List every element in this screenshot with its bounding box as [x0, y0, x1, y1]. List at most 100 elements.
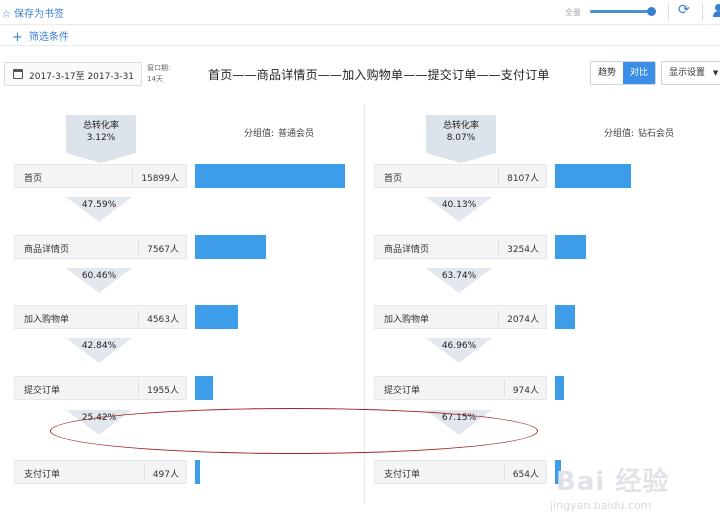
watermark-brand: Bai 经验 — [556, 467, 670, 497]
conversion-pointer — [426, 153, 496, 163]
funnel-step-count: 15899人 — [132, 168, 179, 184]
funnel-step-bar — [195, 164, 345, 188]
total-conversion-label: 总转化率 — [442, 121, 479, 131]
save-bookmark-label: 保存为书签 — [13, 9, 64, 20]
top-toolbar: ☆ 保存为书签 全量 ⟳ — [0, 0, 720, 24]
funnel-step[interactable]: 支付订单 497人 — [14, 460, 187, 484]
step-conversion-rate: 60.46% — [81, 271, 117, 281]
step-conversion-arrow: 40.13% — [426, 197, 492, 222]
funnel-step-count: 2074人 — [498, 309, 539, 325]
funnel-step[interactable]: 首页 8107人 — [374, 164, 547, 188]
group-value-label: 分组值: — [244, 129, 275, 139]
funnel-step-name: 首页 — [384, 174, 403, 184]
window-period: 窗口期: 14天 — [147, 63, 170, 85]
conversion-pointer — [66, 153, 136, 163]
funnel-step-name: 提交订单 — [384, 386, 421, 396]
funnel-step-bar — [195, 376, 213, 400]
funnel-step-count: 7567人 — [138, 239, 179, 255]
step-conversion-arrow: 46.96% — [426, 338, 492, 363]
funnel-step[interactable]: 加入购物单 4563人 — [14, 305, 187, 329]
funnel-step-name: 商品详情页 — [384, 245, 430, 255]
step-conversion-arrow: 47.59% — [66, 197, 132, 222]
highlight-ellipse — [50, 408, 538, 454]
user-icon[interactable] — [713, 4, 720, 18]
display-settings-label: 显示设置 — [669, 68, 706, 78]
display-settings-button[interactable]: 显示设置 ▼ — [661, 61, 720, 85]
date-range-value: 2017-3-17至 2017-3-31 — [29, 72, 135, 82]
funnel-step[interactable]: 商品详情页 7567人 — [14, 235, 187, 259]
funnel-step[interactable]: 支付订单 654人 — [374, 460, 547, 484]
window-period-value: 14天 — [147, 75, 163, 83]
funnel-step-name: 首页 — [24, 174, 43, 184]
compare-button[interactable]: 对比 — [623, 62, 655, 84]
funnel-step-name: 加入购物单 — [384, 315, 430, 325]
funnel-step-name: 提交订单 — [24, 386, 61, 396]
refresh-icon[interactable]: ⟳ — [678, 2, 690, 18]
filter-bar: + 筛选条件 — [0, 24, 720, 46]
window-period-label: 窗口期: — [147, 64, 171, 72]
caret-down-icon: ▼ — [712, 69, 719, 77]
step-conversion-rate: 63.74% — [441, 271, 477, 281]
calendar-icon — [13, 69, 23, 79]
group-value-text: 钻石会员 — [638, 129, 675, 139]
funnel-step-bar — [195, 235, 266, 259]
step-conversion-rate: 46.96% — [441, 341, 477, 351]
zoom-label: 全量 — [565, 8, 581, 17]
funnel-step-bar — [555, 164, 631, 188]
toolbar-divider — [668, 3, 669, 21]
trend-button[interactable]: 趋势 — [591, 62, 623, 84]
step-conversion-arrow: 63.74% — [426, 268, 492, 293]
funnel-step[interactable]: 商品详情页 3254人 — [374, 235, 547, 259]
save-bookmark-button[interactable]: ☆ 保存为书签 — [2, 5, 64, 20]
total-conversion-label: 总转化率 — [82, 121, 119, 131]
group-value: 分组值: 普通会员 — [244, 126, 314, 139]
total-conversion-value: 3.12% — [86, 133, 116, 143]
view-toggle: 趋势 对比 — [590, 61, 656, 85]
watermark-url: jingyan.baidu.com — [550, 499, 652, 512]
total-conversion-rate: 总转化率 8.07% — [426, 115, 496, 153]
step-conversion-rate: 40.13% — [441, 200, 477, 210]
add-filter-button[interactable]: + 筛选条件 — [12, 28, 69, 45]
step-conversion-arrow: 42.84% — [66, 338, 132, 363]
group-value-label: 分组值: — [604, 129, 635, 139]
funnel-step[interactable]: 首页 15899人 — [14, 164, 187, 188]
funnel-step-count: 497人 — [143, 464, 179, 480]
total-conversion-rate: 总转化率 3.12% — [66, 115, 136, 153]
zoom-slider[interactable] — [590, 7, 656, 16]
group-value: 分组值: 钻石会员 — [604, 126, 674, 139]
step-conversion-rate: 47.59% — [81, 200, 117, 210]
total-conversion-value: 8.07% — [446, 133, 476, 143]
funnel-step-count: 8107人 — [498, 168, 539, 184]
funnel-step[interactable]: 提交订单 974人 — [374, 376, 547, 400]
toolbar-divider — [702, 3, 703, 21]
funnel-step-name: 支付订单 — [24, 470, 61, 480]
group-value-text: 普通会员 — [278, 129, 315, 139]
user-icon-head — [715, 4, 720, 11]
funnel-step-bar — [555, 376, 564, 400]
funnel-step-bar — [555, 305, 575, 329]
funnel-step-bar — [195, 460, 200, 484]
step-conversion-arrow: 60.46% — [66, 268, 132, 293]
funnel-step-bar — [195, 305, 238, 329]
funnel-step-name: 支付订单 — [384, 470, 421, 480]
date-range-picker[interactable]: 2017-3-17至 2017-3-31 — [4, 62, 142, 86]
funnel-step-count: 974人 — [503, 380, 539, 396]
funnel-step-bar — [555, 235, 586, 259]
funnel-step-name: 商品详情页 — [24, 245, 70, 255]
funnel-step[interactable]: 提交订单 1955人 — [14, 376, 187, 400]
user-icon-body — [713, 11, 720, 17]
step-conversion-rate: 42.84% — [81, 341, 117, 351]
zoom-slider-handle[interactable] — [647, 7, 656, 16]
funnel-step-count: 654人 — [503, 464, 539, 480]
funnel-step-count: 3254人 — [498, 239, 539, 255]
plus-icon: + — [12, 30, 23, 45]
funnel-step-count: 1955人 — [138, 380, 179, 396]
zoom-slider-fill — [590, 10, 652, 13]
add-filter-label: 筛选条件 — [28, 32, 69, 43]
funnel-step[interactable]: 加入购物单 2074人 — [374, 305, 547, 329]
funnel-step-name: 加入购物单 — [24, 315, 70, 325]
funnel-title: 首页——商品详情页——加入购物单——提交订单——支付订单 — [208, 68, 550, 82]
baidu-watermark: Bai 经验 jingyan.baidu.com — [550, 455, 720, 523]
star-icon: ☆ — [2, 9, 11, 20]
funnel-step-count: 4563人 — [138, 309, 179, 325]
